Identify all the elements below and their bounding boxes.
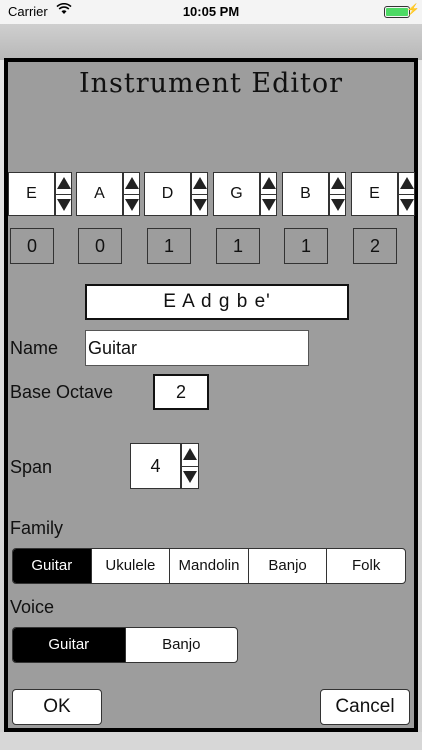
decrement-icon[interactable] — [56, 194, 71, 215]
increment-icon[interactable] — [330, 173, 345, 194]
instrument-editor-panel: Instrument Editor E A D G B E 0 0 1 1 1 … — [4, 58, 418, 732]
increment-icon[interactable] — [399, 173, 414, 194]
charging-bolt-icon: ⚡ — [406, 4, 420, 16]
voice-segmented-control[interactable]: Guitar Banjo — [12, 627, 238, 663]
string-stepper-2[interactable] — [123, 172, 140, 216]
string-octave-1: 0 — [10, 228, 54, 264]
family-option-folk[interactable]: Folk — [327, 549, 405, 583]
increment-icon[interactable] — [124, 173, 139, 194]
string-octave-4: 1 — [216, 228, 260, 264]
span-label: Span — [10, 457, 53, 477]
background-band-bottom — [0, 732, 422, 750]
string-octave-3: 1 — [147, 228, 191, 264]
string-octave-5: 1 — [284, 228, 328, 264]
increment-icon[interactable] — [261, 173, 276, 194]
string-stepper-1[interactable] — [55, 172, 72, 216]
string-octave-2: 0 — [78, 228, 122, 264]
string-note-4[interactable]: G — [213, 172, 260, 216]
string-note-3[interactable]: D — [144, 172, 191, 216]
family-segmented-control[interactable]: Guitar Ukulele Mandolin Banjo Folk — [12, 548, 406, 584]
decrement-icon[interactable] — [399, 194, 414, 215]
family-option-guitar[interactable]: Guitar — [13, 549, 92, 583]
string-note-6[interactable]: E — [351, 172, 398, 216]
string-octave-6: 2 — [353, 228, 397, 264]
family-label: Family — [10, 518, 63, 538]
increment-icon[interactable] — [192, 173, 207, 194]
status-bar: Carrier 10:05 PM ⚡ — [0, 0, 422, 24]
name-label: Name — [10, 338, 59, 358]
clock: 10:05 PM — [182, 4, 240, 19]
string-note-5[interactable]: B — [282, 172, 329, 216]
string-note-2[interactable]: A — [76, 172, 123, 216]
tuning-display: E A d g b e' — [85, 284, 349, 320]
span-stepper[interactable] — [181, 443, 199, 489]
decrement-icon[interactable] — [330, 194, 345, 215]
family-option-banjo[interactable]: Banjo — [249, 549, 328, 583]
ok-button[interactable]: OK — [12, 689, 102, 725]
background-band — [0, 24, 422, 60]
cancel-button[interactable]: Cancel — [320, 689, 410, 725]
string-stepper-5[interactable] — [329, 172, 346, 216]
decrement-icon[interactable] — [261, 194, 276, 215]
string-stepper-4[interactable] — [260, 172, 277, 216]
voice-label: Voice — [10, 597, 55, 617]
increment-icon[interactable] — [56, 173, 71, 194]
page-title: Instrument Editor — [78, 68, 344, 99]
voice-option-banjo[interactable]: Banjo — [126, 628, 238, 662]
string-stepper-6[interactable] — [398, 172, 415, 216]
family-option-ukulele[interactable]: Ukulele — [92, 549, 171, 583]
decrement-icon[interactable] — [182, 466, 198, 488]
voice-option-guitar[interactable]: Guitar — [13, 628, 126, 662]
base-octave-label: Base Octave — [10, 382, 114, 402]
base-octave-field[interactable]: 2 — [153, 374, 209, 410]
decrement-icon[interactable] — [124, 194, 139, 215]
decrement-icon[interactable] — [192, 194, 207, 215]
increment-icon[interactable] — [182, 444, 198, 466]
string-note-1[interactable]: E — [8, 172, 55, 216]
name-input[interactable]: Guitar — [85, 330, 309, 366]
family-option-mandolin[interactable]: Mandolin — [170, 549, 249, 583]
span-value: 4 — [130, 443, 181, 489]
string-stepper-3[interactable] — [191, 172, 208, 216]
